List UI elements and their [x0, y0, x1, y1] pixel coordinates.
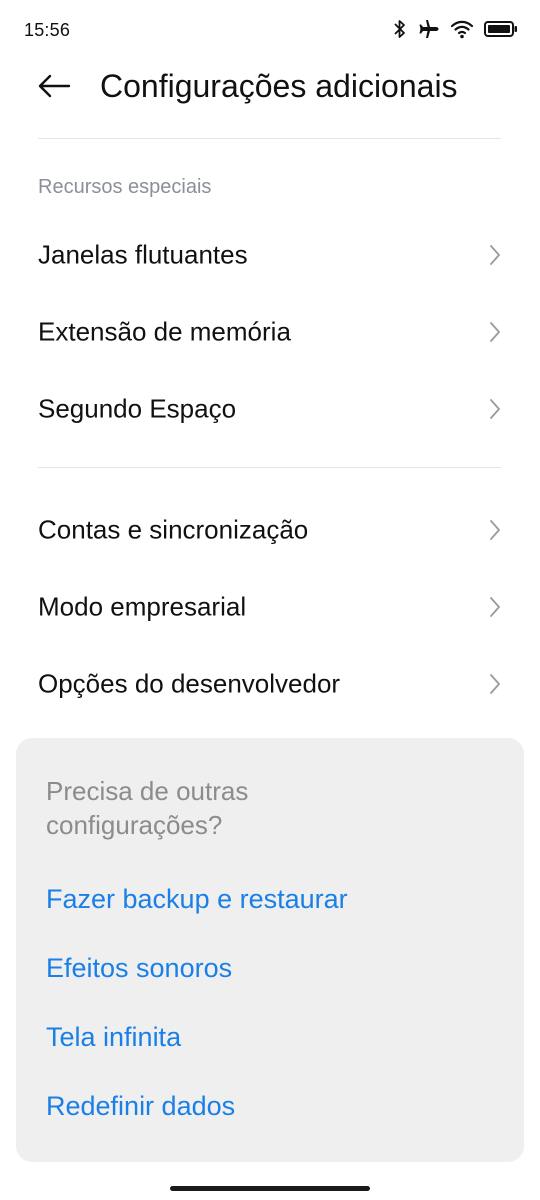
page-title: Configurações adicionais — [100, 68, 458, 104]
link-infinite-screen[interactable]: Tela infinita — [46, 1022, 181, 1053]
suggestions-card: Precisa de outras configurações? Fazer b… — [16, 738, 524, 1162]
list-item-label: Opções do desenvolvedor — [38, 668, 341, 699]
chevron-right-icon — [488, 321, 502, 343]
list-item-floating-windows[interactable]: Janelas flutuantes — [0, 217, 540, 293]
back-button[interactable] — [30, 70, 78, 106]
chevron-right-icon — [488, 596, 502, 618]
app-header: Configurações adicionais — [0, 60, 540, 120]
home-indicator[interactable] — [170, 1186, 370, 1191]
list-item-label: Extensão de memória — [38, 316, 291, 347]
list-item-label: Contas e sincronização — [38, 514, 309, 545]
link-sound-effects[interactable]: Efeitos sonoros — [46, 953, 232, 984]
section-header-special-features: Recursos especiais — [38, 176, 212, 198]
bluetooth-icon — [392, 19, 408, 39]
status-icons — [392, 18, 518, 40]
link-backup-restore[interactable]: Fazer backup e restaurar — [46, 884, 348, 915]
wifi-icon — [450, 19, 474, 39]
link-reset-data[interactable]: Redefinir dados — [46, 1091, 235, 1122]
chevron-right-icon — [488, 398, 502, 420]
list-item-accounts-sync[interactable]: Contas e sincronização — [0, 492, 540, 568]
status-time: 15:56 — [24, 20, 71, 40]
battery-icon — [484, 20, 518, 38]
list-item-label: Modo empresarial — [38, 591, 247, 622]
list-item-second-space[interactable]: Segundo Espaço — [0, 371, 540, 447]
list-item-developer-options[interactable]: Opções do desenvolvedor — [0, 646, 540, 722]
arrow-left-icon — [37, 74, 71, 103]
header-divider — [38, 138, 501, 139]
list-item-label: Janelas flutuantes — [38, 239, 248, 270]
suggestions-title: Precisa de outras configurações? — [46, 776, 249, 840]
status-bar: 15:56 — [0, 0, 540, 60]
chevron-right-icon — [488, 673, 502, 695]
chevron-right-icon — [488, 519, 502, 541]
chevron-right-icon — [488, 244, 502, 266]
list-item-enterprise-mode[interactable]: Modo empresarial — [0, 569, 540, 645]
section-divider — [38, 467, 501, 468]
list-item-memory-extension[interactable]: Extensão de memória — [0, 294, 540, 370]
airplane-mode-icon — [418, 18, 440, 40]
list-item-label: Segundo Espaço — [38, 393, 237, 424]
